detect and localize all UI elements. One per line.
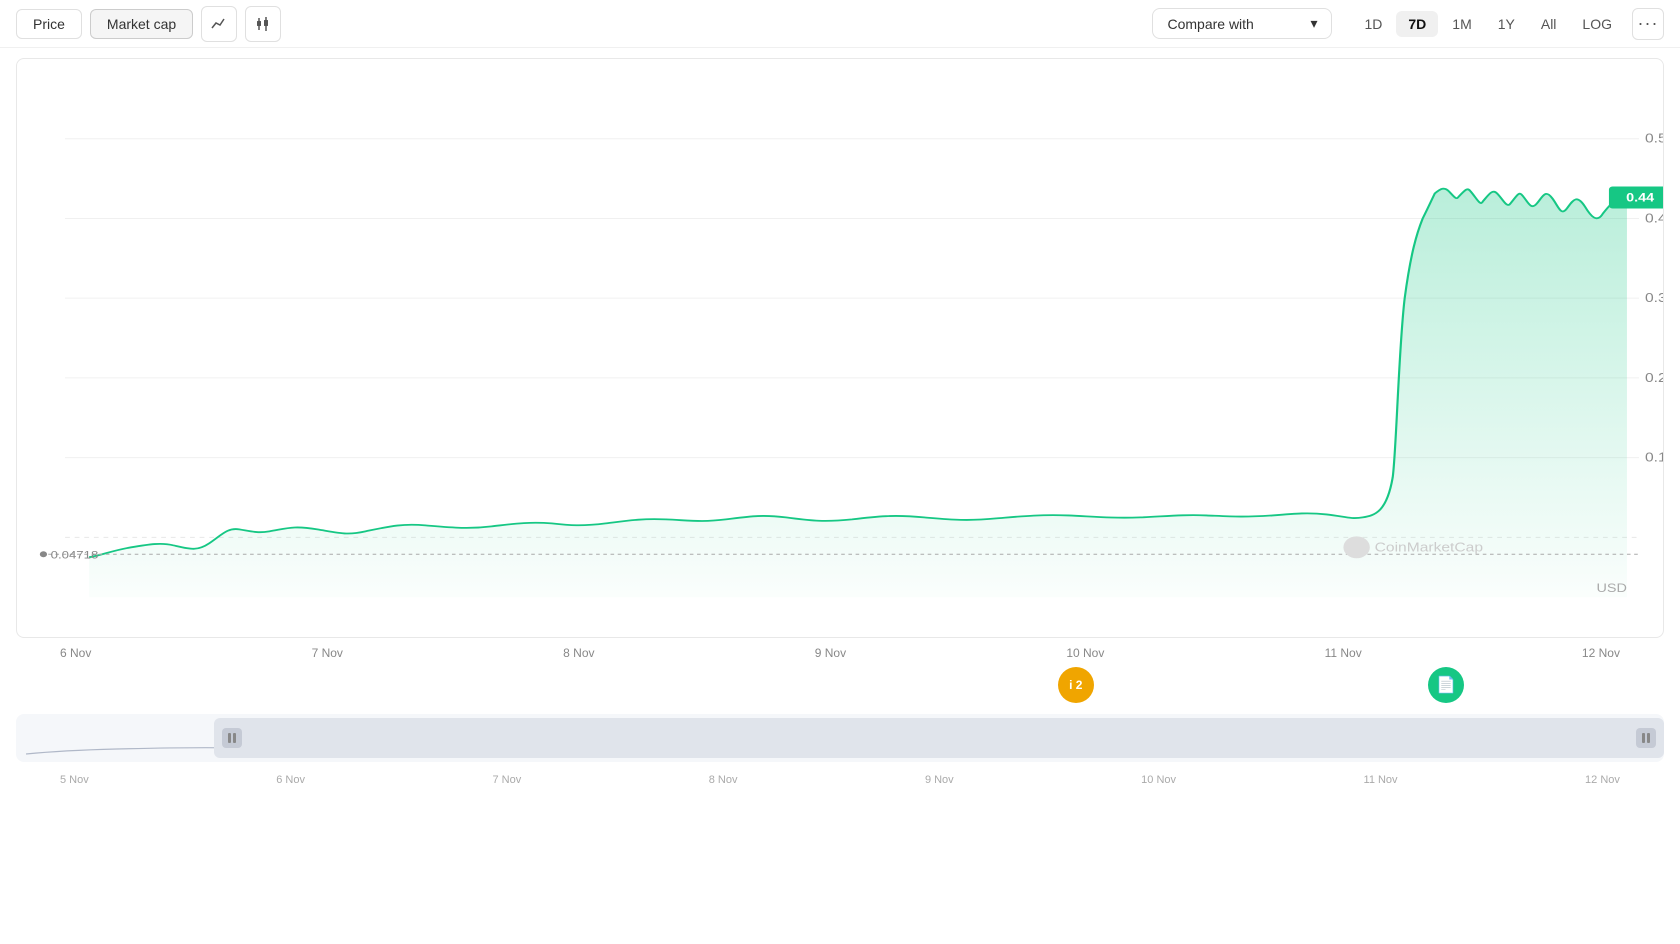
bottom-x-label-7nov: 7 Nov bbox=[492, 774, 521, 786]
chevron-down-icon: ▾ bbox=[1310, 15, 1317, 32]
scroll-handle-left[interactable] bbox=[222, 728, 242, 748]
svg-text:0.44: 0.44 bbox=[1626, 191, 1655, 205]
bottom-x-label-9nov: 9 Nov bbox=[925, 774, 954, 786]
pause-icon-right bbox=[1641, 732, 1651, 744]
ellipsis-icon: ··· bbox=[1638, 13, 1659, 34]
bottom-x-label-10nov: 10 Nov bbox=[1141, 774, 1176, 786]
x-label-6nov: 6 Nov bbox=[60, 646, 91, 660]
scrollbar-area[interactable] bbox=[16, 714, 1664, 762]
time-1m[interactable]: 1M bbox=[1440, 11, 1483, 37]
price-chart-svg: 0.50 0.40 0.30 0.20 0.10 0.047 bbox=[17, 59, 1663, 637]
scrollbar-thumb[interactable] bbox=[214, 718, 1664, 758]
bottom-x-label-8nov: 8 Nov bbox=[709, 774, 738, 786]
time-1y[interactable]: 1Y bbox=[1486, 11, 1527, 37]
compare-dropdown[interactable]: Compare with ▾ bbox=[1152, 8, 1332, 39]
more-options-button[interactable]: ··· bbox=[1632, 8, 1664, 40]
bottom-x-label-11nov: 11 Nov bbox=[1364, 774, 1398, 786]
x-label-9nov: 9 Nov bbox=[815, 646, 846, 660]
line-chart-icon-btn[interactable] bbox=[201, 6, 237, 42]
svg-text:USD: USD bbox=[1597, 581, 1627, 595]
x-label-8nov: 8 Nov bbox=[563, 646, 594, 660]
bottom-x-label-6nov: 6 Nov bbox=[276, 774, 305, 786]
x-label-7nov: 7 Nov bbox=[312, 646, 343, 660]
bottom-x-axis-labels: 5 Nov 6 Nov 7 Nov 8 Nov 9 Nov 10 Nov 11 … bbox=[0, 766, 1680, 786]
x-label-12nov: 12 Nov bbox=[1582, 646, 1620, 660]
event-bubble-orange[interactable]: i 2 bbox=[1058, 667, 1094, 703]
log-button[interactable]: LOG bbox=[1570, 11, 1624, 37]
bottom-x-label-12nov: 12 Nov bbox=[1585, 774, 1620, 786]
candlestick-icon bbox=[255, 16, 271, 32]
pause-icon-left bbox=[227, 732, 237, 744]
svg-text:0.30: 0.30 bbox=[1645, 291, 1663, 305]
time-all[interactable]: All bbox=[1529, 11, 1569, 37]
svg-text:0.10: 0.10 bbox=[1645, 451, 1663, 465]
time-7d[interactable]: 7D bbox=[1396, 11, 1438, 37]
svg-text:0.40: 0.40 bbox=[1645, 212, 1663, 226]
toolbar: Price Market cap Compare with ▾ 1D 7D 1M… bbox=[0, 0, 1680, 48]
compare-label: Compare with bbox=[1167, 16, 1253, 32]
svg-text:CoinMarketCap: CoinMarketCap bbox=[1375, 540, 1483, 554]
time-range-buttons: 1D 7D 1M 1Y All LOG bbox=[1352, 11, 1624, 37]
event-bubble-green[interactable]: 📄 bbox=[1428, 667, 1464, 703]
event-green-icon: 📄 bbox=[1436, 675, 1456, 695]
events-row: i 2 📄 bbox=[16, 660, 1664, 710]
candlestick-icon-btn[interactable] bbox=[245, 6, 281, 42]
main-chart-container: 0.50 0.40 0.30 0.20 0.10 0.047 bbox=[16, 58, 1664, 638]
time-1d[interactable]: 1D bbox=[1352, 11, 1394, 37]
svg-text:0.04718: 0.04718 bbox=[51, 548, 99, 561]
scroll-handle-right[interactable] bbox=[1636, 728, 1656, 748]
bottom-x-label-5nov: 5 Nov bbox=[60, 774, 89, 786]
svg-text:0.50: 0.50 bbox=[1645, 132, 1663, 146]
line-chart-icon bbox=[211, 16, 227, 32]
event-orange-label: i 2 bbox=[1069, 678, 1082, 692]
market-cap-tab[interactable]: Market cap bbox=[90, 9, 193, 39]
x-label-11nov: 11 Nov bbox=[1325, 646, 1362, 660]
x-label-10nov: 10 Nov bbox=[1066, 646, 1104, 660]
svg-text:0.20: 0.20 bbox=[1645, 371, 1663, 385]
x-axis-labels: 6 Nov 7 Nov 8 Nov 9 Nov 10 Nov 11 Nov 12… bbox=[0, 638, 1680, 660]
price-tab[interactable]: Price bbox=[16, 9, 82, 39]
